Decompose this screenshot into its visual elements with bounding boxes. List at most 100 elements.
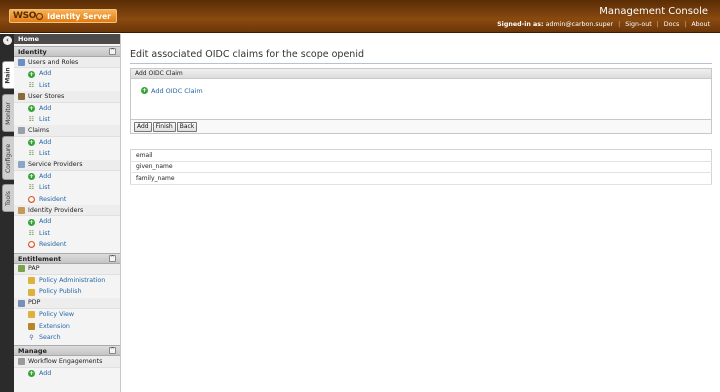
list-icon: ☷ xyxy=(28,150,35,158)
add-icon: + xyxy=(28,70,35,78)
workflow-icon xyxy=(18,358,25,366)
extension-icon xyxy=(28,322,35,330)
section-manage[interactable]: Manage ^ xyxy=(14,345,120,357)
menu-item-search[interactable]: ⚲ Search xyxy=(14,332,120,343)
menu-item-label: Add xyxy=(39,138,52,146)
menu-item-users-list[interactable]: ☷ List xyxy=(14,80,120,91)
group-pdp: PDP xyxy=(14,297,120,310)
group-identity-providers: Identity Providers xyxy=(14,205,120,217)
section-manage-title: Manage xyxy=(18,347,47,356)
resident-icon: ● xyxy=(28,241,35,249)
page-title: Edit associated OIDC claims for the scop… xyxy=(130,49,712,64)
menu-item-label: Add xyxy=(39,104,52,112)
group-user-stores: User Stores xyxy=(14,91,120,103)
service-provider-icon xyxy=(18,161,25,169)
claims-table: email given_name family_name xyxy=(130,149,712,185)
table-row: email xyxy=(130,149,712,162)
menu-item-label: List xyxy=(39,81,51,89)
sign-out-link[interactable]: Sign-out xyxy=(625,21,651,28)
menu-item-label: Policy Publish xyxy=(39,288,82,296)
group-users-and-roles: Users and Roles xyxy=(14,57,120,69)
menu-item-policy-publish[interactable]: Policy Publish xyxy=(14,286,120,297)
menu-item-userstores-add[interactable]: + Add xyxy=(14,103,120,114)
menu-item-extension[interactable]: Extension xyxy=(14,321,120,332)
list-icon: ☷ xyxy=(28,184,35,192)
menu-item-workflow-add[interactable]: + Add xyxy=(14,368,120,379)
menu-item-label: Add xyxy=(39,218,52,226)
collapse-section-icon[interactable]: ^ xyxy=(109,254,116,262)
table-row: given_name xyxy=(130,161,712,173)
docs-link[interactable]: Docs xyxy=(664,21,679,28)
menu-item-idp-resident[interactable]: ● Resident xyxy=(14,239,120,250)
section-entitlement-title: Entitlement xyxy=(18,254,62,263)
section-entitlement[interactable]: Entitlement ^ xyxy=(14,252,120,264)
pdp-icon xyxy=(18,299,25,307)
menu-item-label: Policy View xyxy=(39,311,75,319)
menu-item-sp-list[interactable]: ☷ List xyxy=(14,182,120,193)
group-label: Service Providers xyxy=(28,161,83,169)
menu-item-label: Add xyxy=(39,369,52,377)
main-content: Edit associated OIDC claims for the scop… xyxy=(130,34,712,185)
menu-item-label: Resident xyxy=(39,195,67,203)
add-oidc-claim-panel: Add OIDC Claim + Add OIDC Claim Add Fini… xyxy=(130,68,712,134)
table-row: family_name xyxy=(130,172,712,185)
menu-item-claims-add[interactable]: + Add xyxy=(14,137,120,148)
signed-in-label: Signed-in as: xyxy=(497,21,544,28)
group-label: User Stores xyxy=(28,92,65,100)
group-label: Identity Providers xyxy=(28,206,84,214)
header-links: Signed-in as: admin@carbon.super | Sign-… xyxy=(497,21,710,28)
collapse-section-icon[interactable]: ^ xyxy=(109,48,116,55)
logo-product-text: Identity Server xyxy=(47,11,111,21)
menu-item-policy-view[interactable]: Policy View xyxy=(14,309,120,320)
group-service-providers: Service Providers xyxy=(14,159,120,171)
button-row: Add Finish Back xyxy=(131,119,711,133)
section-identity[interactable]: Identity ^ xyxy=(14,46,120,57)
back-button[interactable]: Back xyxy=(176,122,198,132)
tab-configure[interactable]: Configure xyxy=(2,136,14,180)
panel-body: + Add OIDC Claim xyxy=(131,79,711,119)
signed-in-info: Signed-in as: admin@carbon.super xyxy=(497,21,613,28)
group-workflow-engagements: Workflow Engagements xyxy=(14,356,120,368)
add-icon: + xyxy=(28,138,35,146)
logo-wso-text: WSO xyxy=(13,11,37,21)
console-title: Management Console xyxy=(599,6,708,17)
menu-home[interactable]: Home xyxy=(14,34,120,44)
menu-item-idp-add[interactable]: + Add xyxy=(14,216,120,227)
tab-tools[interactable]: Tools xyxy=(2,184,14,212)
collapse-section-icon[interactable]: ^ xyxy=(109,347,116,355)
group-label: Workflow Engagements xyxy=(28,357,103,365)
menu-item-claims-list[interactable]: ☷ List xyxy=(14,148,120,159)
tab-monitor[interactable]: Monitor xyxy=(2,94,14,132)
menu-item-label: Add xyxy=(39,70,52,78)
add-oidc-claim-link[interactable]: + Add OIDC Claim xyxy=(141,87,203,95)
menu-item-userstores-list[interactable]: ☷ List xyxy=(14,114,120,125)
claims-icon xyxy=(18,127,25,135)
menu-item-label: Extension xyxy=(39,322,70,330)
menu-item-policy-administration[interactable]: Policy Administration xyxy=(14,275,120,286)
signed-in-user: admin@carbon.super xyxy=(545,21,614,28)
menu-item-label: Add xyxy=(39,172,52,180)
wso2-identity-server-logo[interactable]: WSO Identity Server xyxy=(9,9,117,23)
add-button[interactable]: Add xyxy=(134,122,152,132)
claim-cell: given_name xyxy=(130,161,712,173)
about-link[interactable]: About xyxy=(691,21,710,28)
menu-item-sp-add[interactable]: + Add xyxy=(14,171,120,182)
list-icon: ☷ xyxy=(28,230,35,238)
tab-main[interactable]: Main xyxy=(2,61,14,89)
group-pap: PAP xyxy=(14,263,120,276)
left-navigation-menu: Home Identity ^ Users and Roles + Add ☷ Li… xyxy=(14,34,121,392)
menu-item-sp-resident[interactable]: ● Resident xyxy=(14,194,120,205)
search-icon: ⚲ xyxy=(29,334,34,342)
menu-item-label: List xyxy=(39,184,51,192)
add-icon: + xyxy=(28,104,35,112)
menu-item-users-add[interactable]: + Add xyxy=(14,68,120,79)
finish-button[interactable]: Finish xyxy=(152,122,176,132)
menu-item-idp-list[interactable]: ☷ List xyxy=(14,228,120,239)
collapse-menu-icon[interactable]: ‹ xyxy=(3,36,12,45)
list-icon: ☷ xyxy=(28,81,35,89)
separator: | xyxy=(618,21,621,28)
group-label: Claims xyxy=(28,126,50,134)
add-icon: + xyxy=(28,369,35,377)
vertical-tab-bar: ‹ Main Monitor Configure Tools xyxy=(0,34,14,392)
group-label: PAP xyxy=(28,265,40,273)
